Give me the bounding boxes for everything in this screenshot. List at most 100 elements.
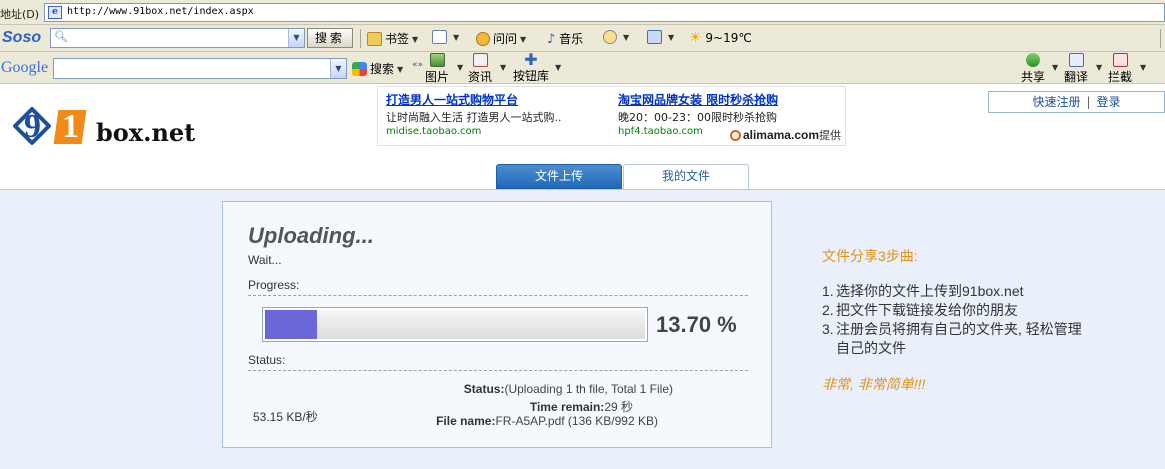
url-input[interactable]: e http://www.91box.net/index.aspx (44, 3, 1165, 22)
translate-dropdown[interactable]: ▼ (1093, 60, 1102, 74)
question-icon (476, 32, 490, 46)
tab-upload[interactable]: 文件上传 (496, 164, 622, 189)
progress-percent: 13.70 % (656, 312, 737, 337)
link-separator: | (1086, 95, 1091, 109)
status-value: (Uploading 1 th file, Total 1 File) (504, 382, 673, 396)
news-label: 资讯 (468, 70, 493, 84)
upload-speed: 53.15 KB/秒 (253, 410, 318, 424)
images-button[interactable]: 图片 (425, 53, 449, 85)
status-line: Status:(Uploading 1 th file, Total 1 Fil… (413, 382, 673, 396)
ad-provider-name: alimama.com (742, 128, 819, 142)
bookmarks-button[interactable]: 书签 ▼ (367, 30, 418, 47)
logo-digit-1: 1 (62, 108, 79, 145)
ad-left-title[interactable]: 打造男人一站式购物平台 (386, 91, 601, 108)
google-toolbar: Google ▼ 搜索 ▼ «» 图片 ▼ 资讯 ▼ ✚ 按钮库 ▼ 共享 ▼ 翻… (0, 52, 1165, 84)
site-logo[interactable]: 9 1 box.net (12, 104, 228, 150)
upload-progress-panel: Uploading... Wait... Progress: 13.70 % S… (222, 201, 772, 448)
address-bar: 地址(D) e http://www.91box.net/index.aspx (0, 0, 1165, 25)
music-note-icon: ♪ (547, 32, 556, 47)
translate-icon (1068, 53, 1084, 67)
list-item: 3. 注册会员将拥有自己的文件夹, 轻松管理 (822, 321, 1082, 337)
sun-icon: ☀ (689, 30, 702, 46)
google-search-input[interactable]: ▼ (53, 58, 347, 79)
tab-my-files[interactable]: 我的文件 (623, 164, 749, 189)
soso-toolbar: Soso 🔍︎ ▼ 搜索 书签 ▼ ▼ 问问 ▼ ♪ 音乐 ▼ ▼ ☀ 9~19℃ (0, 25, 1165, 52)
status-key: Status: (463, 382, 505, 396)
logo-wordmark: box.net (96, 118, 196, 147)
logo-digit-9: 9 (24, 108, 41, 145)
google-search-button[interactable]: 搜索 ▼ (352, 60, 403, 77)
bookmarks-label: 书签 (385, 32, 410, 46)
progress-label: Progress: (248, 278, 300, 292)
news-dropdown[interactable]: ▼ (497, 60, 506, 74)
ad-provider-suffix: 提供 (819, 129, 841, 142)
status-label: Status: (248, 353, 286, 367)
soso-search-input[interactable]: 🔍︎ ▼ (50, 28, 305, 48)
translate-label: 翻译 (1064, 70, 1089, 84)
share-label: 共享 (1021, 70, 1046, 84)
google-logo[interactable]: Google (1, 59, 48, 77)
ad-banner: 打造男人一站式购物平台 让时尚融入生活 打造男人一站式购.. midise.ta… (377, 86, 846, 146)
mail-icon (432, 30, 447, 44)
button-gallery-button[interactable]: ✚ 按钮库 (513, 50, 549, 84)
share-button[interactable]: 共享 (1021, 53, 1045, 85)
music-button[interactable]: ♪ 音乐 (547, 30, 583, 47)
list-item: 1. 选择你的文件上传到91box.net (822, 283, 1024, 299)
ask-button[interactable]: 问问 ▼ (476, 30, 526, 47)
ad-provider[interactable]: alimama.com提供 (729, 127, 841, 143)
news-icon (472, 53, 488, 67)
upload-wait-text: Wait... (248, 253, 282, 267)
mail-button[interactable]: ▼ (432, 30, 459, 44)
emblem-icon (603, 30, 617, 44)
alimama-icon (729, 130, 741, 141)
resize-handle-icon[interactable]: «» (412, 60, 423, 70)
weather-widget[interactable]: ☀ 9~19℃ (689, 30, 752, 46)
soso-search-button[interactable]: 搜索 (307, 28, 353, 48)
block-dropdown[interactable]: ▼ (1137, 60, 1146, 74)
images-dropdown[interactable]: ▼ (454, 60, 463, 74)
chevron-down-icon[interactable]: ▼ (288, 29, 304, 47)
button-gallery-dropdown[interactable]: ▼ (552, 60, 561, 74)
list-item: 2. 把文件下载链接发给你的朋友 (822, 302, 1018, 318)
share-icon (1026, 53, 1040, 67)
site-header: 9 1 box.net 打造男人一站式购物平台 让时尚融入生活 打造男人一站式购… (0, 84, 1165, 190)
ask-label: 问问 (493, 32, 518, 46)
toolbar-divider (1160, 29, 1161, 48)
weather-text: 9~19℃ (705, 31, 752, 45)
toolbar-divider (360, 29, 361, 48)
ad-left-url: midise.taobao.com (386, 126, 482, 137)
ad-right-desc: 晚20：00-23：00限时秒杀抢购 (618, 111, 777, 124)
divider (248, 295, 748, 296)
steps-title: 文件分享3步曲: (822, 248, 918, 264)
upload-title: Uploading... (248, 223, 374, 248)
cart-button[interactable]: ▼ (647, 30, 674, 44)
google-g-icon (352, 62, 367, 76)
register-link[interactable]: 快速注册 (1032, 95, 1080, 109)
ad-left[interactable]: 打造男人一站式购物平台 让时尚融入生活 打造男人一站式购.. midise.ta… (386, 91, 601, 137)
emblem-button[interactable]: ▼ (603, 30, 629, 44)
google-search-label: 搜索 (370, 62, 395, 76)
translate-button[interactable]: 翻译 (1064, 53, 1088, 85)
ad-right-title[interactable]: 淘宝网品牌女装 限时秒杀抢购 (618, 91, 833, 108)
share-dropdown[interactable]: ▼ (1049, 60, 1058, 74)
cart-icon (647, 30, 662, 44)
login-link[interactable]: 登录 (1097, 95, 1121, 109)
soso-logo[interactable]: Soso (2, 29, 41, 47)
steps-note: 非常, 非常简单!!! (822, 376, 926, 392)
ad-left-desc: 让时尚融入生活 打造男人一站式购.. (386, 111, 562, 124)
bookmark-icon (367, 32, 382, 46)
file-name-key: File name: (436, 414, 496, 428)
images-label: 图片 (425, 70, 450, 84)
progress-track (265, 310, 645, 339)
plus-icon: ✚ (524, 50, 538, 69)
news-button[interactable]: 资讯 (468, 53, 492, 85)
time-remain-key: Time remain: (529, 400, 605, 414)
search-icon: 🔍︎ (54, 30, 68, 43)
main-content: Uploading... Wait... Progress: 13.70 % S… (0, 189, 1165, 469)
chevron-down-icon[interactable]: ▼ (330, 59, 346, 78)
steps-list: 1. 选择你的文件上传到91box.net 2. 把文件下载链接发给你的朋友 3. 注… (822, 282, 1122, 358)
block-button[interactable]: 拦截 (1108, 53, 1132, 85)
share-steps: 文件分享3步曲: 1. 选择你的文件上传到91box.net 2. 把文件下载链接发… (822, 246, 1122, 394)
music-label: 音乐 (559, 32, 584, 46)
progress-bar (262, 307, 648, 342)
